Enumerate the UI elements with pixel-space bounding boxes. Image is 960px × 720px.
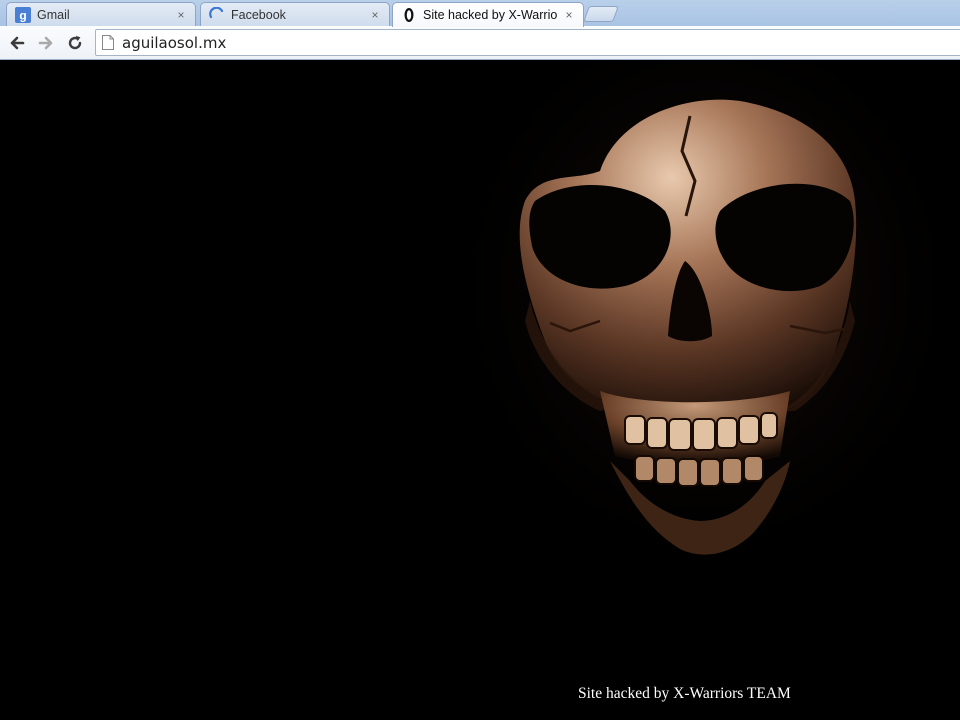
url-text: aguilaosol.mx [122,33,227,52]
back-arrow-icon [10,36,25,50]
close-icon[interactable]: × [369,9,381,21]
tab-strip: g Gmail × Facebook × Site hacked by X-Wa… [0,0,960,27]
browser-toolbar: aguilaosol.mx [0,26,960,60]
new-tab-button[interactable] [583,6,619,22]
reload-icon [68,35,82,50]
tab-gmail[interactable]: g Gmail × [6,2,196,26]
forward-button[interactable] [35,32,57,54]
address-bar[interactable]: aguilaosol.mx [95,29,960,56]
caption-text: Site hacked by X-Warriors TEAM [578,685,791,702]
tab-label: Facebook [231,7,286,22]
page-globe-icon [401,7,417,23]
page-viewport: Site hacked by X-Warriors TEAM [0,61,960,720]
skull-image [450,61,960,621]
svg-text:g: g [19,8,26,22]
page-icon [102,35,114,51]
google-g-icon: g [15,6,31,23]
close-icon[interactable]: × [175,9,187,21]
tab-facebook[interactable]: Facebook × [200,2,390,26]
forward-arrow-icon [38,36,53,50]
tab-label: Site hacked by X-Warriors [423,8,557,22]
reload-button[interactable] [64,32,86,54]
tab-label: Gmail [37,7,70,22]
loading-spinner-icon [209,6,225,23]
close-icon[interactable]: × [563,9,575,21]
tab-site-hacked[interactable]: Site hacked by X-Warriors × [392,2,584,27]
back-button[interactable] [6,32,28,54]
